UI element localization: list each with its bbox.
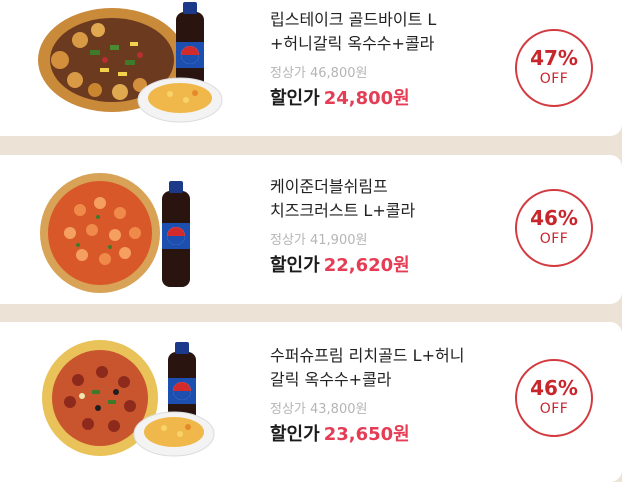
product-name[interactable]: 수퍼슈프림 리치골드 L+허니 갈릭 옥수수+콜라 xyxy=(270,344,500,392)
sale-label: 할인가 xyxy=(270,424,320,445)
discount-off-label: OFF xyxy=(539,71,569,87)
product-card-2[interactable]: 케이준더블쉬림프 치즈크러스트 L+콜라 정상가 41,900원 할인가 22,6… xyxy=(0,155,622,304)
product-info-1: 립스테이크 골드바이트 L +허니갈릭 옥수수+콜라 정상가 46,800원 할… xyxy=(270,8,500,111)
product-info-3: 수퍼슈프림 리치골드 L+허니 갈릭 옥수수+콜라 정상가 43,800원 할인… xyxy=(270,344,500,447)
sale-label: 할인가 xyxy=(270,88,320,109)
product-image-2[interactable] xyxy=(0,155,240,304)
sale-price-row: 할인가 24,800원 xyxy=(270,87,500,111)
sale-label: 할인가 xyxy=(270,255,320,276)
discount-badge: 46% OFF xyxy=(515,189,593,267)
pizza-image xyxy=(40,173,160,293)
discount-badge: 46% OFF xyxy=(515,359,593,437)
discount-percent: 47% xyxy=(530,46,578,70)
side-dish-image xyxy=(133,411,215,457)
sale-price-row: 할인가 22,620원 xyxy=(270,254,500,278)
side-dish-image xyxy=(137,77,223,123)
sale-price: 23,650원 xyxy=(323,424,410,445)
sale-price: 24,800원 xyxy=(323,88,410,109)
discount-off-label: OFF xyxy=(539,401,569,417)
original-price: 정상가 46,800원 xyxy=(270,66,368,81)
product-name[interactable]: 립스테이크 골드바이트 L +허니갈릭 옥수수+콜라 xyxy=(270,8,500,56)
product-card-3[interactable]: 수퍼슈프림 리치골드 L+허니 갈릭 옥수수+콜라 정상가 43,800원 할인… xyxy=(0,322,622,482)
discount-percent: 46% xyxy=(530,206,578,230)
product-name[interactable]: 케이준더블쉬림프 치즈크러스트 L+콜라 xyxy=(270,175,500,223)
product-image-3[interactable] xyxy=(0,330,240,480)
discount-off-label: OFF xyxy=(539,231,569,247)
sale-price-row: 할인가 23,650원 xyxy=(270,423,500,447)
product-image-1[interactable] xyxy=(0,0,240,136)
product-card-1[interactable]: 립스테이크 골드바이트 L +허니갈릭 옥수수+콜라 정상가 46,800원 할… xyxy=(0,0,622,136)
original-price: 정상가 41,900원 xyxy=(270,233,368,248)
product-info-2: 케이준더블쉬림프 치즈크러스트 L+콜라 정상가 41,900원 할인가 22,6… xyxy=(270,175,500,278)
cola-bottle-icon xyxy=(162,181,190,287)
sale-price: 22,620원 xyxy=(323,255,410,276)
discount-percent: 46% xyxy=(530,376,578,400)
discount-badge: 47% OFF xyxy=(515,29,593,107)
original-price: 정상가 43,800원 xyxy=(270,402,368,417)
